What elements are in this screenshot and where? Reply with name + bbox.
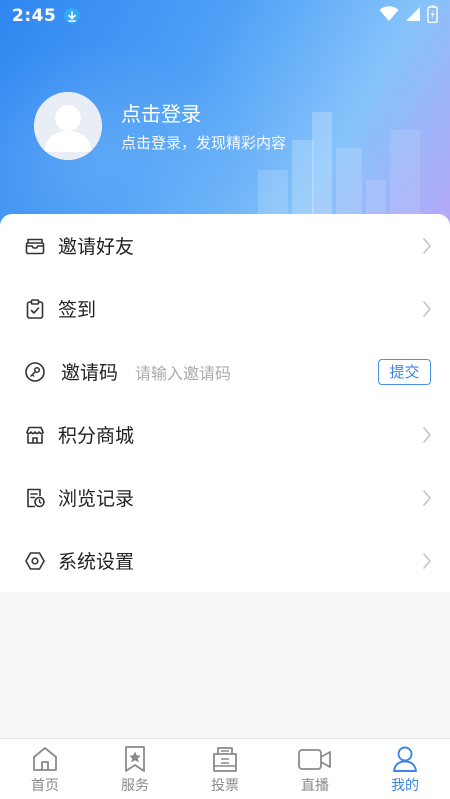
person-icon	[393, 746, 417, 772]
menu-card: 邀请好友 签到 邀请码 请输入邀请码 提交 积分商城 浏览记录 系统设置	[0, 214, 450, 592]
chevron-right-icon	[423, 552, 431, 569]
login-title[interactable]: 点击登录	[121, 98, 201, 127]
key-icon	[25, 361, 45, 382]
tab-label: 我的	[391, 778, 419, 794]
tab-mine[interactable]: 我的	[360, 739, 450, 799]
status-bar: 2:45	[0, 0, 450, 32]
tab-home[interactable]: 首页	[0, 739, 90, 799]
star-bookmark-icon	[125, 746, 145, 772]
history-icon	[27, 488, 45, 507]
chevron-right-icon	[423, 489, 431, 506]
tab-label: 首页	[31, 778, 59, 794]
clipboard-check-icon	[26, 298, 44, 319]
menu-item-label: 签到	[58, 299, 97, 321]
battery-icon	[427, 5, 438, 27]
ballot-box-icon	[213, 747, 237, 772]
menu-item-invite-friends[interactable]: 邀请好友	[0, 214, 450, 277]
submit-button[interactable]: 提交	[378, 358, 431, 385]
tab-live[interactable]: 直播	[270, 739, 360, 799]
chevron-right-icon	[423, 426, 431, 443]
tab-services[interactable]: 服务	[90, 739, 180, 799]
home-icon	[33, 747, 57, 771]
menu-item-label: 邀请好友	[58, 236, 135, 258]
menu-item-label: 系统设置	[58, 551, 135, 573]
menu-item-points-mall[interactable]: 积分商城	[0, 403, 450, 466]
chevron-right-icon	[423, 237, 431, 254]
hexagon-settings-icon	[25, 551, 45, 570]
tab-vote[interactable]: 投票	[180, 739, 270, 799]
login-subtitle: 点击登录，发现精彩内容	[121, 134, 287, 152]
menu-item-label: 积分商城	[58, 425, 135, 447]
menu-item-sign-in[interactable]: 签到	[0, 277, 450, 340]
tab-label: 服务	[121, 778, 149, 794]
store-icon	[25, 426, 45, 444]
menu-item-settings[interactable]: 系统设置	[0, 529, 450, 592]
tab-label: 投票	[211, 778, 239, 794]
tab-label: 直播	[301, 778, 329, 794]
default-avatar-icon	[34, 92, 102, 160]
video-camera-icon	[298, 749, 331, 770]
menu-item-label: 邀请码	[61, 362, 119, 384]
status-time: 2:45	[12, 6, 57, 26]
mail-icon	[25, 238, 45, 254]
download-icon	[64, 8, 81, 24]
menu-item-invite-code: 邀请码 请输入邀请码 提交	[0, 340, 450, 403]
signal-icon	[405, 6, 421, 26]
avatar[interactable]	[34, 92, 102, 160]
menu-item-history[interactable]: 浏览记录	[0, 466, 450, 529]
bottom-navigation: 首页 服务 投票 直播 我的	[0, 738, 450, 799]
wifi-icon	[379, 6, 399, 26]
menu-item-label: 浏览记录	[58, 488, 135, 510]
chevron-right-icon	[423, 300, 431, 317]
invite-code-input[interactable]: 请输入邀请码	[135, 360, 231, 384]
